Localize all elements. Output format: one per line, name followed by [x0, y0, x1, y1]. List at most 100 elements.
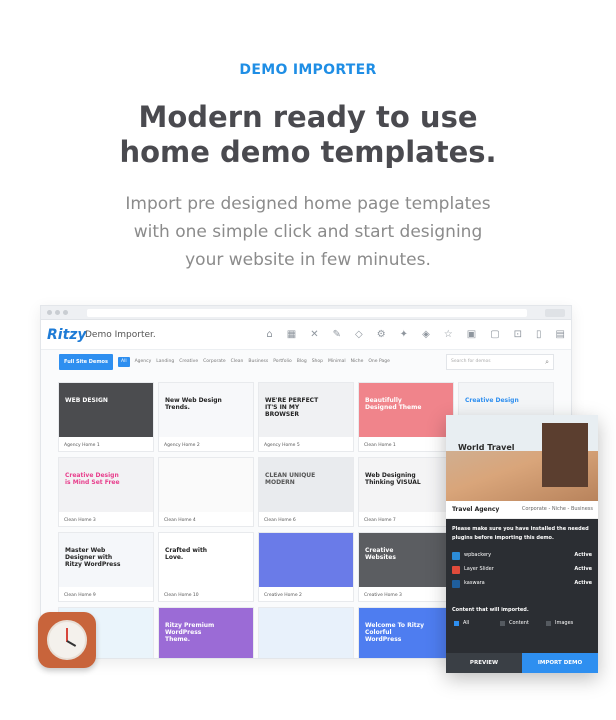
demo-card[interactable]: Web Designing Thinking VISUAL Clean Home …: [358, 457, 454, 527]
demo-card[interactable]: Creative Home 2: [258, 532, 354, 602]
content-checkbox[interactable]: Content: [498, 620, 544, 630]
filter-tab[interactable]: Blog: [297, 357, 307, 367]
demo-card[interactable]: Ritzy Premium WordPress Theme.: [158, 607, 254, 658]
demo-thumbnail-text: WE'RE PERFECT IT'S IN MY BROWSER: [265, 397, 319, 418]
demo-card[interactable]: WEB DESIGN Agency Home 1: [58, 382, 154, 452]
content-checkbox[interactable]: Images: [544, 620, 590, 630]
address-bar[interactable]: [87, 309, 527, 317]
demo-thumbnail-text: New Web Design Trends.: [165, 397, 222, 411]
plugin-name: Layer Slider: [464, 566, 494, 572]
headline-line-1: Modern ready to use: [138, 100, 478, 134]
plugin-name: wpbackery: [464, 552, 492, 558]
filter-tab[interactable]: Business: [248, 357, 268, 367]
app-header: Ritzy Demo Importer. ⌂ ▦ ✕ ✎ ◇ ⚙ ✦ ◈ ☆ ▣…: [41, 320, 571, 350]
home-icon[interactable]: ⌂: [266, 329, 272, 341]
demo-thumbnail-text: Ritzy Premium WordPress Theme.: [165, 622, 215, 643]
demo-card-label: Clean Home 4: [164, 518, 196, 523]
plugin-icon: [452, 580, 460, 588]
star-icon[interactable]: ☆: [444, 329, 453, 341]
plugin-status: Active: [574, 566, 592, 572]
brush-icon[interactable]: ✎: [333, 329, 341, 341]
demo-card-label: Agency Home 5: [264, 443, 300, 448]
chat-icon[interactable]: ▢: [490, 329, 499, 341]
plugin-icon: [452, 566, 460, 574]
checkbox-icon[interactable]: [500, 621, 505, 626]
panel-actions: PREVIEW IMPORT DEMO: [446, 653, 598, 673]
demo-card[interactable]: Clean Home 4: [158, 457, 254, 527]
gear-icon[interactable]: ⚙: [377, 329, 386, 341]
plugin-row: kaswara Active: [452, 577, 592, 591]
plug-icon[interactable]: ⊡: [514, 329, 522, 341]
demo-card-label: Agency Home 2: [164, 443, 200, 448]
media-icon[interactable]: ▤: [556, 329, 565, 341]
filter-tab[interactable]: Creative: [179, 357, 198, 367]
filter-tab[interactable]: Shop: [312, 357, 323, 367]
demo-thumbnail-text: Master Web Designer with Ritzy WordPress: [65, 547, 121, 568]
demo-card[interactable]: Creative Websites Creative Home 3: [358, 532, 454, 602]
demo-card[interactable]: Crafted with Love. Clean Home 10: [158, 532, 254, 602]
search-input[interactable]: Search for demos ⌕: [446, 354, 554, 370]
demo-card[interactable]: Beautifully Designed Theme Clean Home 1: [358, 382, 454, 452]
demo-card[interactable]: Welcome To Ritzy Colorful WordPress: [358, 607, 454, 658]
plugin-row: wpbackery Active: [452, 549, 592, 563]
file-icon[interactable]: ▯: [536, 329, 542, 341]
demo-thumbnail: WEB DESIGN: [59, 383, 153, 437]
demo-thumbnail-text: Welcome To Ritzy Colorful WordPress: [365, 622, 425, 643]
subheading-line-3: your website in few minutes.: [185, 250, 431, 270]
shield-icon[interactable]: ◈: [422, 329, 430, 341]
demo-detail-panel: World Travel Travel Agency Corporate - N…: [446, 415, 598, 673]
category-filters: All Agency Landing Creative Corporate Clean Bu…: [118, 357, 390, 367]
puzzle-icon[interactable]: ✦: [400, 329, 408, 341]
import-demo-button[interactable]: IMPORT DEMO: [522, 653, 598, 673]
demo-preview-image[interactable]: World Travel: [446, 415, 598, 501]
subheading-line-2: with one simple click and start designin…: [133, 222, 483, 242]
demo-card[interactable]: New Web Design Trends. Agency Home 2: [158, 382, 254, 452]
demo-card[interactable]: [258, 607, 354, 658]
preview-button[interactable]: PREVIEW: [446, 653, 522, 673]
grid-icon[interactable]: ▦: [287, 329, 296, 341]
plugin-status: Active: [574, 552, 592, 558]
filter-tab[interactable]: One Page: [368, 357, 390, 367]
demo-card[interactable]: Master Web Designer with Ritzy WordPress…: [58, 532, 154, 602]
diamond-icon[interactable]: ◇: [355, 329, 363, 341]
demo-thumbnail-text: Beautifully Designed Theme: [365, 397, 422, 411]
demo-thumbnail: Beautifully Designed Theme: [359, 383, 453, 437]
filter-tab[interactable]: Minimal: [328, 357, 346, 367]
search-placeholder: Search for demos: [451, 359, 491, 364]
browser-chrome: [41, 306, 571, 320]
checkbox-label: Images: [555, 620, 574, 626]
demo-categories: Corporate - Niche - Business: [521, 506, 593, 512]
filter-tab[interactable]: Agency: [135, 357, 152, 367]
plugin-notice: Please make sure you have installed the …: [452, 526, 589, 541]
demo-card[interactable]: Creative Design is Mind Set Free Clean Ho…: [58, 457, 154, 527]
full-site-demos-button[interactable]: Full Site Demos: [59, 354, 113, 370]
browser-menu-button[interactable]: [545, 309, 565, 317]
image-icon[interactable]: ▣: [467, 329, 476, 341]
filter-tab[interactable]: Corporate: [203, 357, 226, 367]
content-checkbox[interactable]: All: [452, 620, 498, 630]
demo-thumbnail: Web Designing Thinking VISUAL: [359, 458, 453, 512]
filter-tab[interactable]: Landing: [156, 357, 174, 367]
demo-thumbnail-text: Crafted with Love.: [165, 547, 208, 561]
checkbox-icon[interactable]: [546, 621, 551, 626]
demo-thumbnail: WE'RE PERFECT IT'S IN MY BROWSER: [259, 383, 353, 437]
demo-thumbnail: [259, 608, 353, 658]
demo-thumbnail: CLEAN UNIQUE MODERN: [259, 458, 353, 512]
tools-icon[interactable]: ✕: [310, 329, 318, 341]
subheading: Import pre designed home page templates …: [0, 190, 616, 274]
demo-thumbnail-text: Creative Websites: [365, 547, 396, 561]
demo-thumbnail: Master Web Designer with Ritzy WordPress: [59, 533, 153, 587]
filter-tab[interactable]: Clean: [231, 357, 244, 367]
filter-tab[interactable]: Portfolio: [273, 357, 292, 367]
demo-card[interactable]: CLEAN UNIQUE MODERN Clean Home 6: [258, 457, 354, 527]
filter-tab[interactable]: All: [118, 357, 130, 367]
demo-card[interactable]: WE'RE PERFECT IT'S IN MY BROWSER Agency H…: [258, 382, 354, 452]
search-icon[interactable]: ⌕: [545, 355, 549, 369]
preview-image-title: World Travel: [458, 443, 515, 452]
filter-tab[interactable]: Niche: [351, 357, 364, 367]
preview-photo: [542, 423, 588, 487]
checkbox-icon[interactable]: [454, 621, 459, 626]
demo-thumbnail: Welcome To Ritzy Colorful WordPress: [359, 608, 453, 658]
header-toolbar: ⌂ ▦ ✕ ✎ ◇ ⚙ ✦ ◈ ☆ ▣ ▢ ⊡ ▯ ▤: [266, 329, 565, 341]
demo-thumbnail: Creative Websites: [359, 533, 453, 587]
